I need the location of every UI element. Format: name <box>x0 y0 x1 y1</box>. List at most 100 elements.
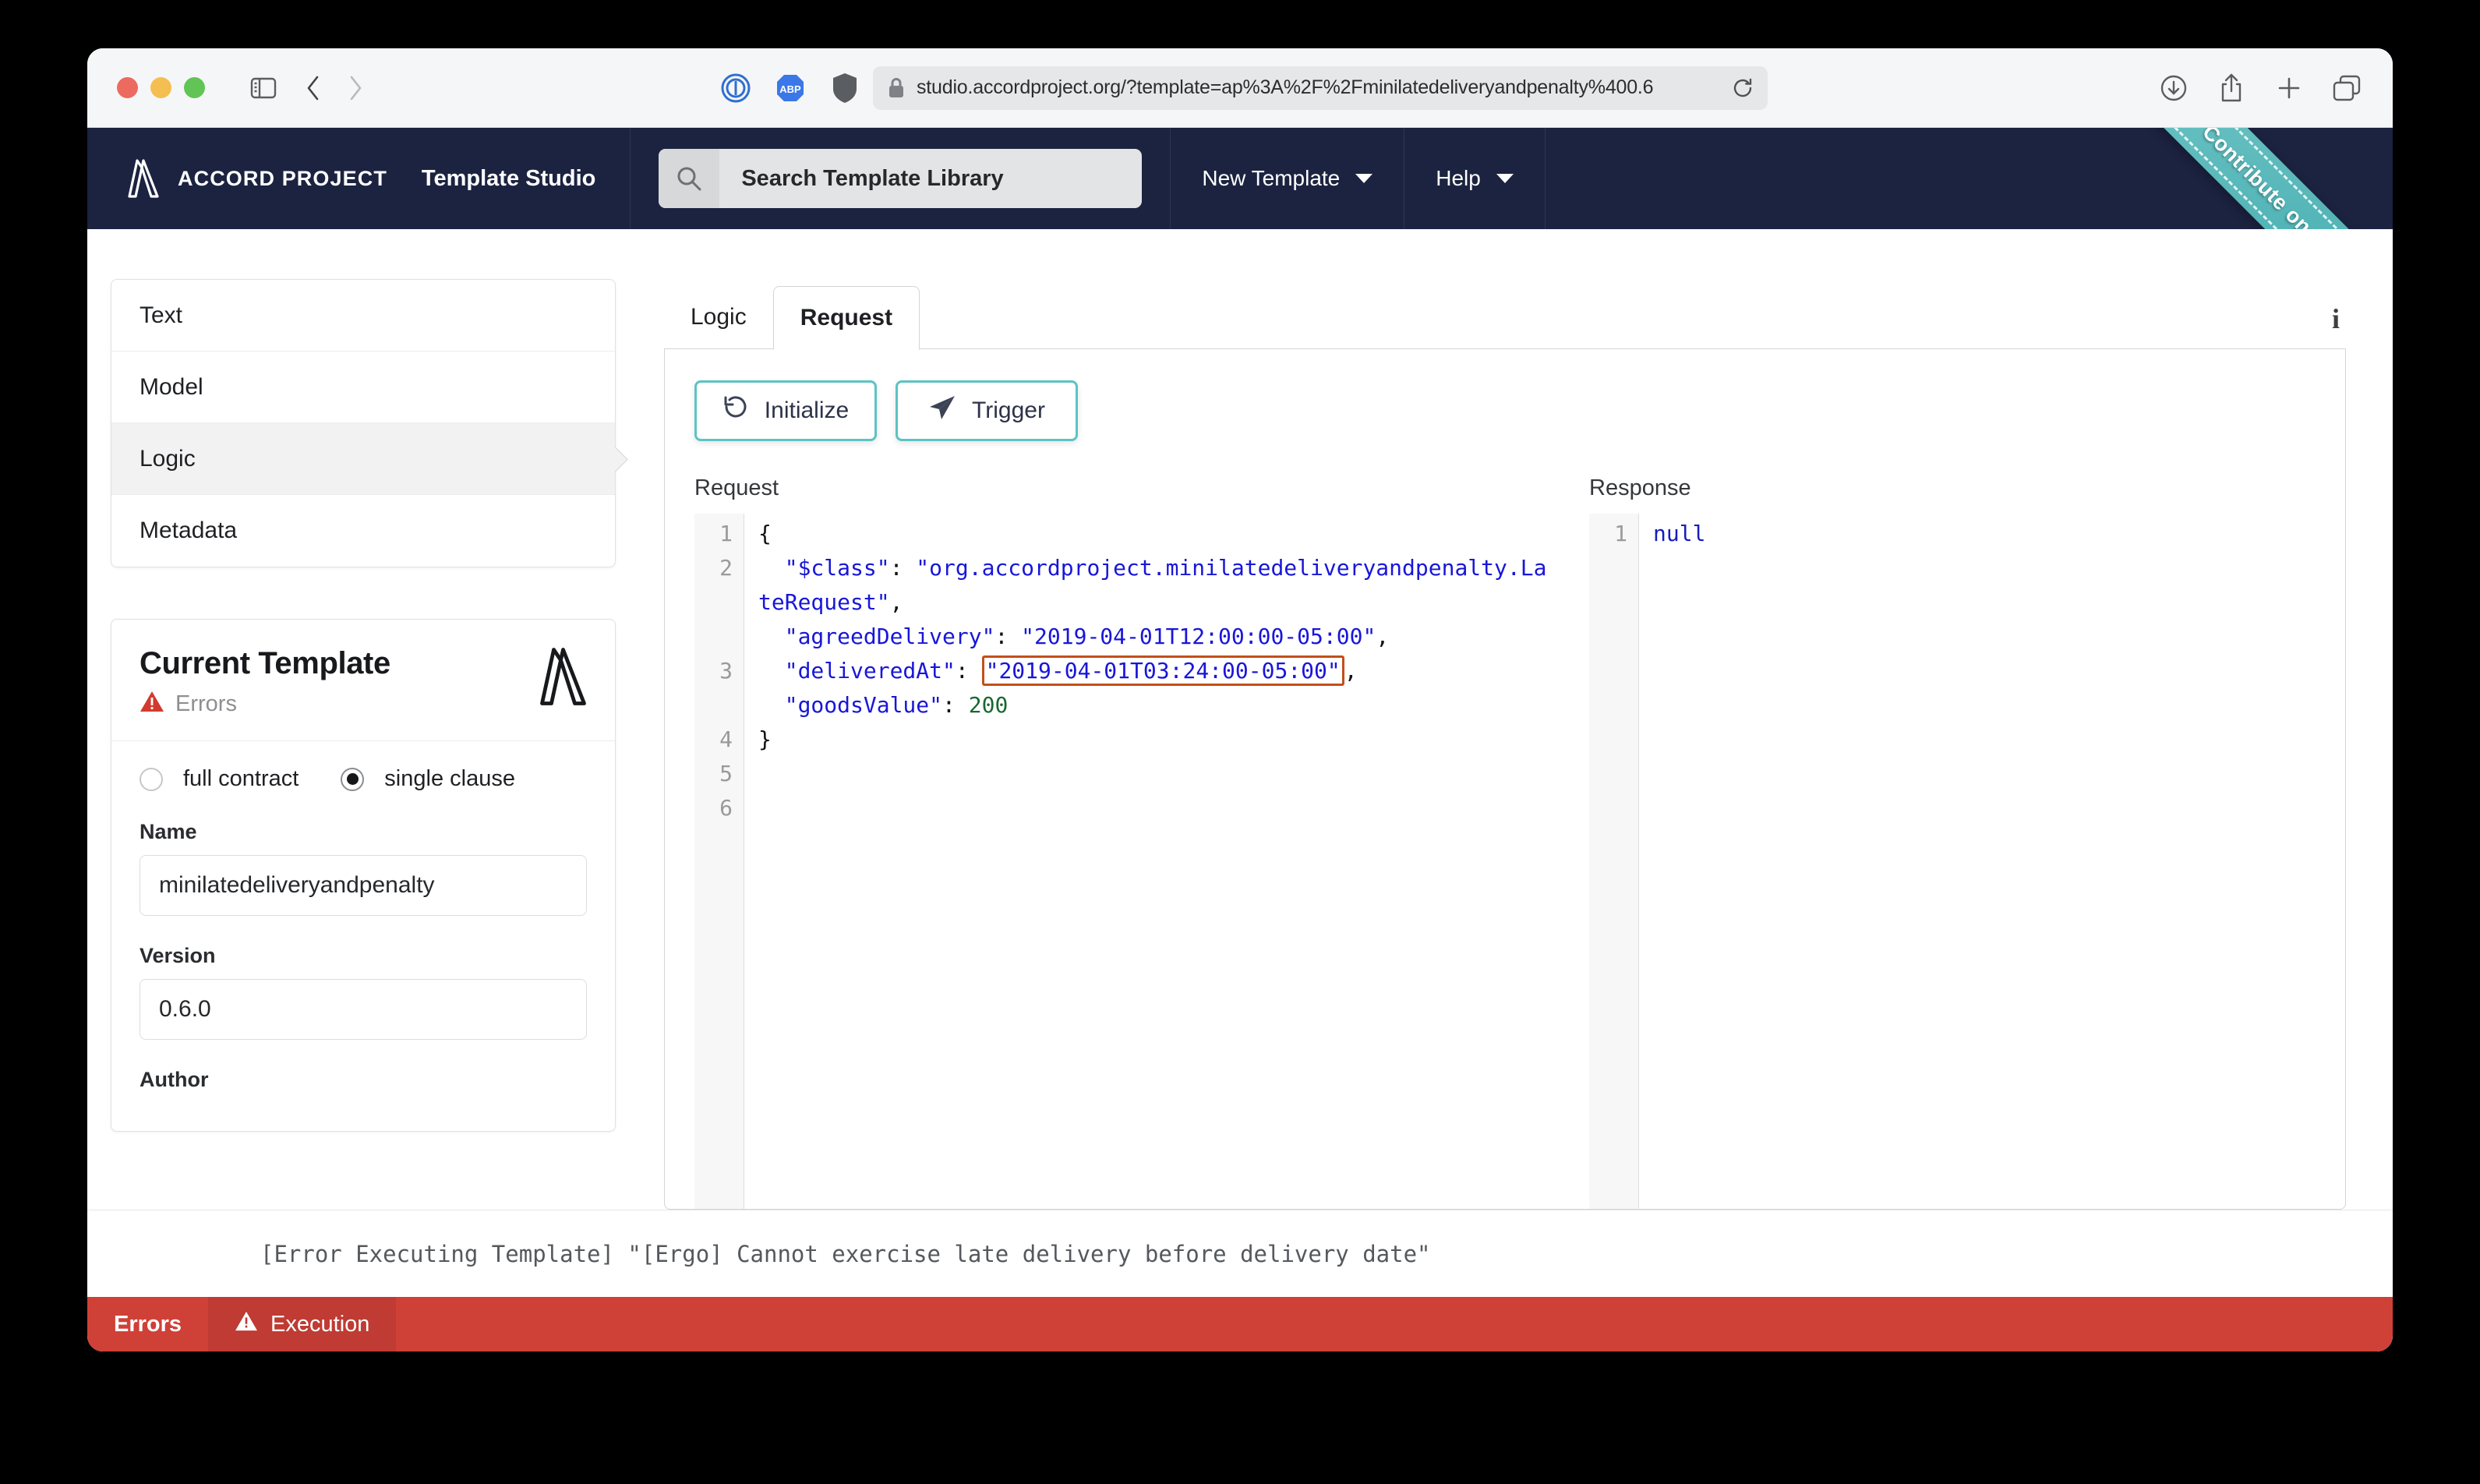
navigation-arrows <box>295 70 373 106</box>
paper-plane-icon <box>928 394 956 427</box>
line-number: 6 <box>719 795 733 821</box>
maximize-window-button[interactable] <box>184 77 205 98</box>
tab-overview-icon[interactable] <box>2329 70 2365 106</box>
minimize-window-button[interactable] <box>150 77 171 98</box>
sidebar-item-logic[interactable]: Logic <box>111 423 615 495</box>
url-text: studio.accordproject.org/?template=ap%3A… <box>917 76 1654 98</box>
name-field[interactable]: minilatedeliveryandpenalty <box>140 855 587 916</box>
close-window-button[interactable] <box>117 77 138 98</box>
page-title: Current Template <box>140 646 390 680</box>
json-key-class: "$class" <box>784 555 890 581</box>
svg-text:ABP: ABP <box>779 83 801 95</box>
radio-single-clause[interactable] <box>341 767 365 791</box>
search-template-library[interactable]: Search Template Library <box>659 149 1143 208</box>
current-template-body: full contract single clause Name minilat… <box>111 741 615 1131</box>
sidebar-item-text-label: Text <box>140 302 183 328</box>
response-editor-title: Response <box>1589 475 1691 500</box>
sidebar-item-metadata[interactable]: Metadata <box>111 495 615 567</box>
status-text: Errors <box>175 691 237 716</box>
navbar-menu: New Template Help <box>1171 128 1546 229</box>
line-number: 1 <box>1614 521 1627 546</box>
undo-icon <box>722 394 749 427</box>
json-colon: : <box>994 624 1009 649</box>
console-tab-errors-label: Errors <box>114 1311 182 1337</box>
trigger-label: Trigger <box>972 398 1045 423</box>
chevron-down-icon <box>1355 174 1373 183</box>
tab-request-label: Request <box>800 305 893 330</box>
menu-help[interactable]: Help <box>1404 128 1546 229</box>
initialize-button[interactable]: Initialize <box>694 380 877 441</box>
request-editor-column: Request 1 2 3 4 5 6 {"$class": "org.acc… <box>694 475 1560 1209</box>
product-name: Template Studio <box>421 165 596 191</box>
window-controls <box>117 77 205 98</box>
sidebar-item-model-label: Model <box>140 373 203 400</box>
response-code-area[interactable]: 1 null <box>1589 514 2316 1209</box>
response-editor-column: Response 1 null <box>1589 475 2316 1209</box>
console-tab-execution-label: Execution <box>270 1311 370 1337</box>
contribute-on-github-ribbon[interactable]: Contribute on GitHub <box>2110 128 2393 229</box>
json-colon: : <box>955 658 969 684</box>
json-value-deliveredat-highlighted[interactable]: "2019-04-01T03:24:00-05:00" <box>981 655 1344 686</box>
reload-icon[interactable] <box>1732 77 1754 99</box>
json-key-agreeddelivery: "agreedDelivery" <box>784 624 995 649</box>
forward-arrow-icon[interactable] <box>337 70 373 106</box>
response-code: null <box>1639 514 2316 1209</box>
warning-icon <box>140 691 164 717</box>
radio-single-clause-label: single clause <box>384 766 515 791</box>
request-gutter: 1 2 3 4 5 6 <box>694 514 744 1209</box>
sidebar-item-text[interactable]: Text <box>111 280 615 352</box>
browser-toolbar: ABP studio.accordproject.org/?template=a… <box>87 48 2393 128</box>
shield-icon[interactable] <box>828 71 862 105</box>
response-value: null <box>1653 521 1706 546</box>
info-icon[interactable]: i <box>2332 302 2340 335</box>
json-comma: , <box>1376 624 1390 649</box>
main-panel: Logic Request i Initialize Trigger Reque… <box>664 279 2393 1210</box>
console-tab-errors[interactable]: Errors <box>87 1297 208 1352</box>
sidebar-item-logic-label: Logic <box>140 445 196 472</box>
browser-extensions: ABP <box>719 71 862 105</box>
current-template-header: Current Template Errors <box>111 620 615 741</box>
search-icon <box>659 149 720 208</box>
line-number: 3 <box>719 658 733 684</box>
menu-new-template[interactable]: New Template <box>1171 128 1405 229</box>
radio-full-contract[interactable] <box>140 767 163 791</box>
json-colon: : <box>889 555 903 581</box>
radio-full-contract-label: full contract <box>183 766 299 791</box>
brand-name: ACCORD PROJECT <box>178 166 387 190</box>
share-icon[interactable] <box>2213 70 2249 106</box>
sidebar-item-model[interactable]: Model <box>111 352 615 423</box>
app-root: ACCORD PROJECT Template Studio Search Te… <box>87 128 2393 1352</box>
ribbon-label: Contribute on GitHub <box>2198 128 2373 229</box>
current-template-card: Current Template Errors full contract si… <box>111 619 616 1132</box>
brand-block[interactable]: ACCORD PROJECT Template Studio <box>87 128 631 229</box>
privacy-badger-icon[interactable] <box>719 71 753 105</box>
json-colon: : <box>942 692 956 718</box>
back-arrow-icon[interactable] <box>295 70 331 106</box>
adblock-plus-icon[interactable]: ABP <box>773 71 807 105</box>
contract-type-radio-group: full contract single clause <box>140 766 587 792</box>
request-code-area[interactable]: 1 2 3 4 5 6 { "$class": "org.accordproje… <box>694 514 1560 1209</box>
line-number: 5 <box>719 761 733 786</box>
address-bar[interactable]: studio.accordproject.org/?template=ap%3A… <box>873 65 1768 110</box>
menu-help-label: Help <box>1436 166 1481 190</box>
version-field-label: Version <box>140 944 216 967</box>
console-tab-execution[interactable]: Execution <box>208 1297 397 1352</box>
request-toolbar: Initialize Trigger <box>665 380 2345 441</box>
json-value-agreeddelivery: "2019-04-01T12:00:00-05:00" <box>1021 624 1376 649</box>
downloads-icon[interactable] <box>2156 70 2192 106</box>
editors-row: Request 1 2 3 4 5 6 {"$class": "org.acc… <box>665 441 2345 1209</box>
json-key-goodsvalue: "goodsValue" <box>784 692 943 718</box>
tab-logic[interactable]: Logic <box>664 285 773 349</box>
json-close-brace: } <box>758 726 772 752</box>
status-badge: Errors <box>140 691 587 717</box>
chevron-down-icon <box>1496 174 1514 183</box>
version-field[interactable]: 0.6.0 <box>140 979 587 1040</box>
tab-request[interactable]: Request <box>772 286 920 350</box>
sidebar-toggle-icon[interactable] <box>246 70 281 106</box>
request-panel: Initialize Trigger Request 1 2 3 4 5 6 {… <box>664 349 2346 1210</box>
new-tab-icon[interactable] <box>2271 70 2307 106</box>
request-code[interactable]: { "$class": "org.accordproject.minilated… <box>744 514 1560 1209</box>
trigger-button[interactable]: Trigger <box>896 380 1078 441</box>
search-input[interactable]: Search Template Library <box>719 149 1142 208</box>
console-tabbar: Errors Execution <box>87 1297 2393 1352</box>
